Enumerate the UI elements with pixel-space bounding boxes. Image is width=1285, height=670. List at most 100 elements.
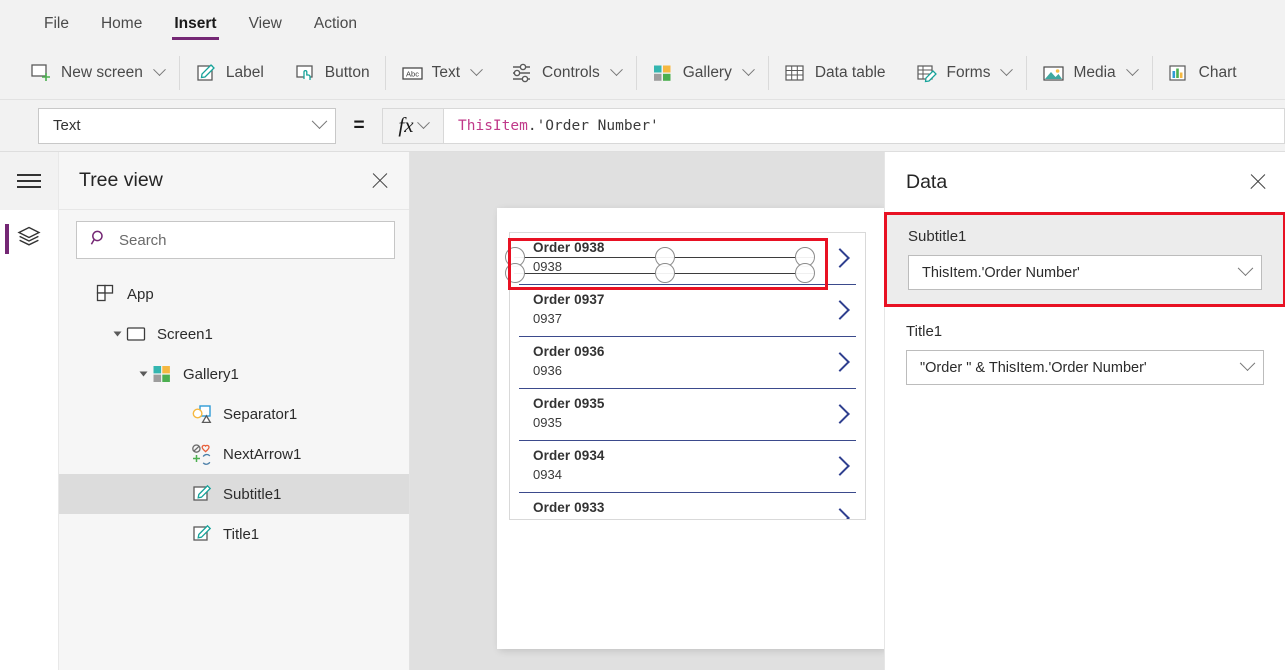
tree-node-nextarrow1[interactable]: NextArrow1: [59, 434, 409, 474]
data-field-value: "Order " & ThisItem.'Order Number': [920, 360, 1239, 376]
data-field-label: Title1: [906, 323, 1264, 340]
data-table-icon: [784, 63, 806, 83]
data-panel-header: Data: [885, 152, 1285, 212]
tree-node-separator1[interactable]: Separator1: [59, 394, 409, 434]
ribbon-media-button[interactable]: Media: [1027, 46, 1151, 100]
next-arrow-chevron-icon[interactable]: [832, 299, 847, 321]
gallery-item-subtitle: 0937: [533, 311, 865, 326]
gallery-item-subtitle: 0935: [533, 415, 865, 430]
data-field-dropdown[interactable]: "Order " & ThisItem.'Order Number': [906, 350, 1264, 385]
data-field-dropdown[interactable]: ThisItem.'Order Number': [908, 255, 1262, 290]
app-icon: [95, 283, 117, 305]
tree-node-label: Separator1: [223, 406, 297, 423]
menu-item-action[interactable]: Action: [298, 0, 373, 46]
rail-item-tree-view[interactable]: [0, 210, 58, 267]
ribbon-text-button[interactable]: Abc Text: [386, 46, 496, 100]
gallery-item-title: Order 0938: [533, 240, 865, 255]
ribbon-media-label: Media: [1073, 64, 1115, 82]
gallery-grid-icon: [652, 63, 674, 83]
fx-button[interactable]: fx: [382, 108, 444, 144]
gallery-item[interactable]: Order 0934 0934: [510, 441, 865, 493]
ribbon-data-table-button[interactable]: Data table: [769, 46, 901, 100]
tree-node-screen1[interactable]: Screen1: [59, 314, 409, 354]
ribbon-chart-button[interactable]: Chart: [1153, 46, 1252, 100]
gallery-item-title: Order 0933: [533, 500, 865, 515]
next-arrow-chevron-icon[interactable]: [832, 507, 847, 520]
twisty-expanded-icon[interactable]: [135, 370, 151, 378]
label-icon: [195, 63, 217, 83]
menu-item-home[interactable]: Home: [85, 0, 158, 46]
hamburger-menu-button[interactable]: [0, 152, 58, 210]
data-field-label: Subtitle1: [908, 228, 1262, 245]
menu-bar: File Home Insert View Action: [0, 0, 1285, 46]
ribbon-text-label: Text: [432, 64, 460, 82]
search-icon: [90, 229, 108, 252]
menu-item-view[interactable]: View: [233, 0, 298, 46]
chart-bars-icon: [1168, 63, 1190, 83]
chevron-down-icon: [610, 63, 623, 76]
gallery-item[interactable]: Order 0937 0937: [510, 285, 865, 337]
formula-equals-sign: =: [336, 115, 382, 137]
menu-item-insert[interactable]: Insert: [158, 0, 232, 46]
data-field-subtitle1: Subtitle1 ThisItem.'Order Number': [884, 212, 1285, 307]
ribbon-button-button[interactable]: Button: [279, 46, 385, 100]
formula-token-identifier: ThisItem: [458, 118, 528, 134]
tree-node-title1[interactable]: Title1: [59, 514, 409, 554]
ribbon-chart-label: Chart: [1199, 64, 1237, 82]
data-field-value: ThisItem.'Order Number': [922, 265, 1237, 281]
controls-sliders-icon: [511, 63, 533, 83]
next-arrow-chevron-icon[interactable]: [832, 455, 847, 477]
ribbon-controls-button[interactable]: Controls: [496, 46, 636, 100]
tree-node-app[interactable]: App: [59, 274, 409, 314]
hamburger-icon: [17, 174, 41, 188]
next-arrow-chevron-icon[interactable]: [832, 403, 847, 425]
search-input[interactable]: Search: [76, 221, 395, 259]
tree-search-wrapper: Search: [59, 210, 409, 271]
menu-item-file[interactable]: File: [28, 0, 85, 46]
tree-node-label: App: [127, 286, 154, 303]
resize-handle-bottom-right[interactable]: [795, 263, 815, 283]
separator-icon: [191, 403, 213, 425]
ribbon-forms-button[interactable]: Forms: [901, 46, 1027, 100]
gallery-item-subtitle: 0936: [533, 363, 865, 378]
tree-node-label: NextArrow1: [223, 446, 301, 463]
data-panel: Data Subtitle1 ThisItem.'Order Number' T…: [884, 152, 1285, 670]
label-edit-icon: [191, 523, 213, 545]
property-dropdown[interactable]: Text: [38, 108, 336, 144]
tree-node-subtitle1[interactable]: Subtitle1: [59, 474, 409, 514]
chevron-down-icon: [1240, 355, 1256, 371]
formula-input[interactable]: ThisItem.'Order Number': [444, 108, 1285, 144]
forms-icon: [916, 63, 938, 83]
screen-icon: [125, 323, 147, 345]
left-icon-rail: [0, 152, 59, 670]
layers-icon: [16, 224, 42, 253]
ribbon-new-screen-button[interactable]: New screen: [0, 46, 179, 100]
chevron-down-icon: [1126, 63, 1139, 76]
ribbon-controls-label: Controls: [542, 64, 600, 82]
app-canvas[interactable]: Order 0938 0938 Order 0937 0937 Order 09…: [410, 152, 884, 670]
gallery-item[interactable]: Order 0936 0936: [510, 337, 865, 389]
close-icon[interactable]: [1245, 169, 1271, 195]
chevron-down-icon: [312, 113, 328, 129]
next-arrow-chevron-icon[interactable]: [832, 247, 847, 269]
data-panel-title: Data: [906, 171, 1245, 194]
gallery-item[interactable]: Order 0933: [510, 493, 865, 520]
ribbon-label-button[interactable]: Label: [180, 46, 279, 100]
tree-node-gallery1[interactable]: Gallery1: [59, 354, 409, 394]
next-arrow-chevron-icon[interactable]: [832, 351, 847, 373]
resize-handle-bottom-left[interactable]: [505, 263, 525, 283]
ribbon-gallery-button[interactable]: Gallery: [637, 46, 768, 100]
resize-handle-bottom-center[interactable]: [655, 263, 675, 283]
chevron-down-icon: [153, 63, 166, 76]
formula-token-rest: .'Order Number': [528, 118, 659, 134]
chevron-down-icon: [1001, 63, 1014, 76]
gallery-item[interactable]: Order 0935 0935: [510, 389, 865, 441]
tree-node-label: Gallery1: [183, 366, 239, 383]
tree-view-header: Tree view: [59, 152, 409, 210]
twisty-expanded-icon[interactable]: [109, 330, 125, 338]
data-field-title1: Title1 "Order " & ThisItem.'Order Number…: [885, 307, 1285, 399]
gallery-item-title: Order 0934: [533, 448, 865, 463]
gallery-item-title: Order 0936: [533, 344, 865, 359]
close-icon[interactable]: [367, 168, 393, 194]
ribbon-forms-label: Forms: [947, 64, 991, 82]
